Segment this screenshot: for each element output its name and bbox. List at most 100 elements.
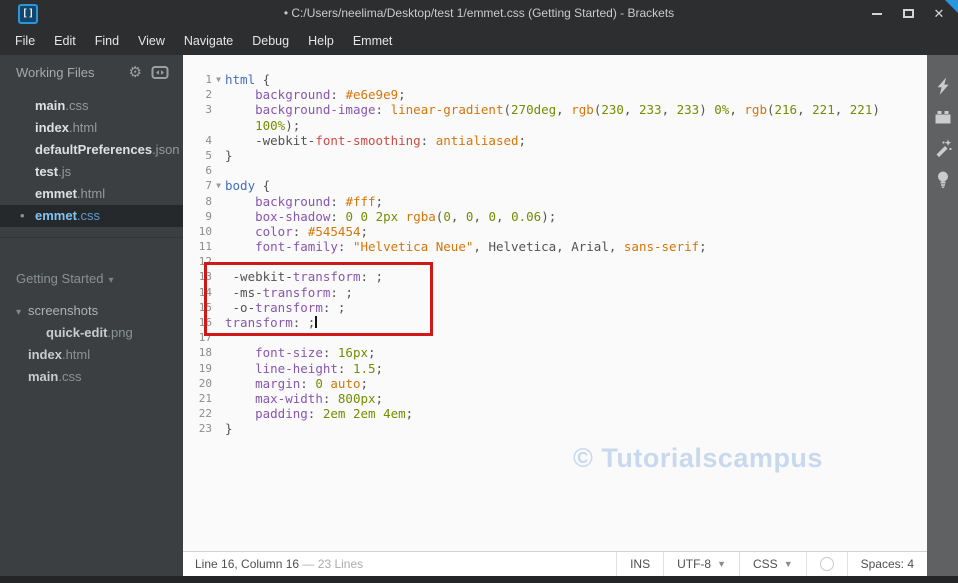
menu-view[interactable]: View xyxy=(138,34,165,48)
menu-bar: File Edit Find View Navigate Debug Help Emmet xyxy=(0,27,958,55)
sidebar-item-emmet-html[interactable]: emmet.html xyxy=(0,183,183,205)
insert-mode-label: INS xyxy=(630,557,651,571)
project-dropdown[interactable]: Getting Started ▾ xyxy=(0,266,183,292)
sidebar-item-main-css[interactable]: main.css xyxy=(0,95,183,117)
code-row[interactable]: 13 -webkit-transform: ; xyxy=(183,269,927,284)
code-text: -ms-transform: ; xyxy=(225,285,353,300)
code-row[interactable]: 16 transform: ; xyxy=(183,315,927,330)
fold-gutter xyxy=(212,300,225,315)
code-token: 0 xyxy=(345,208,353,224)
code-editor[interactable]: 1 ▼ html {2 background: #e6e9e9; 3 backgrou… xyxy=(183,55,927,551)
code-row[interactable]: 5} xyxy=(183,148,927,163)
tree-item-index-html[interactable]: index.html xyxy=(0,344,183,366)
file-tree: ▾ screenshots quick-edit.png index.html main… xyxy=(0,292,183,388)
maximize-button[interactable] xyxy=(897,4,919,24)
menu-debug[interactable]: Debug xyxy=(252,34,289,48)
split-view-icon[interactable] xyxy=(151,65,169,80)
fold-gutter xyxy=(212,133,225,148)
menu-edit[interactable]: Edit xyxy=(54,34,76,48)
code-token: 16px xyxy=(337,345,369,361)
code-row[interactable]: 19 line-height: 1.5; xyxy=(183,361,927,376)
spaces-setting[interactable]: Spaces: 4 xyxy=(846,552,927,576)
code-row[interactable]: 10 color: #545454; xyxy=(183,224,927,239)
code-token: : ; xyxy=(292,315,316,330)
code-row[interactable]: 9 box-shadow: 0 0 2px rgba(0, 0, 0, 0.06… xyxy=(183,209,927,224)
code-row[interactable]: 22 padding: 2em 2em 4em; xyxy=(183,406,927,421)
code-token: } xyxy=(225,147,233,163)
code-row[interactable]: 12 xyxy=(183,254,927,269)
code-row[interactable]: 18 font-size: 16px; xyxy=(183,345,927,360)
tree-item-main-css[interactable]: main.css xyxy=(0,366,183,388)
tree-folder-screenshots[interactable]: ▾ screenshots xyxy=(0,300,183,322)
code-token: transform xyxy=(262,284,331,300)
code-row[interactable]: 23} xyxy=(183,421,927,436)
code-row[interactable]: 1 ▼ html { xyxy=(183,72,927,87)
line-number: 1 xyxy=(205,73,212,86)
code-row[interactable]: 14 -ms-transform: ; xyxy=(183,285,927,300)
code-token: : xyxy=(292,223,308,239)
code-token: ); xyxy=(541,208,557,224)
code-token: , xyxy=(556,102,572,118)
code-token: ; xyxy=(375,390,384,406)
code-token: body xyxy=(225,178,256,194)
code-row[interactable]: 8 background: #fff; xyxy=(183,194,927,209)
code-text: margin: 0 auto; xyxy=(225,376,368,391)
sidebar: Working Files ⚙ main.css index.html defaul… xyxy=(0,55,183,583)
sidebar-item-emmet-css[interactable]: • emmet.css xyxy=(0,205,183,227)
code-row[interactable]: 17 xyxy=(183,330,927,345)
fold-arrow-icon[interactable]: ▼ xyxy=(212,72,225,87)
code-row[interactable]: 100%); xyxy=(183,118,927,133)
line-number: 10 xyxy=(198,224,212,238)
language-dropdown[interactable]: CSS ▼ xyxy=(739,552,806,576)
code-token: padding xyxy=(255,406,308,422)
minimize-button[interactable] xyxy=(866,4,888,24)
code-area[interactable]: 1 ▼ html {2 background: #e6e9e9; 3 backgrou… xyxy=(183,55,927,437)
code-token: transform xyxy=(225,315,293,330)
menu-file[interactable]: File xyxy=(15,34,35,48)
code-text: -webkit-transform: ; xyxy=(225,269,384,284)
fold-gutter xyxy=(212,406,225,421)
fold-gutter xyxy=(212,118,225,133)
menu-emmet[interactable]: Emmet xyxy=(353,34,393,48)
code-text: line-height: 1.5; xyxy=(225,361,383,376)
sidebar-item-defaultPreferences-json[interactable]: defaultPreferences.json xyxy=(0,139,183,161)
extension-manager-icon[interactable] xyxy=(932,106,954,128)
spaces-label: Spaces: 4 xyxy=(860,557,914,571)
sidebar-item-index-html[interactable]: index.html xyxy=(0,117,183,139)
code-row[interactable]: 7 ▼ body { xyxy=(183,178,927,193)
code-token: ; xyxy=(405,406,414,422)
code-row[interactable]: 21 max-width: 800px; xyxy=(183,391,927,406)
lightbulb-icon[interactable] xyxy=(932,168,954,190)
menu-navigate[interactable]: Navigate xyxy=(184,34,233,48)
insert-mode-toggle[interactable]: INS xyxy=(616,552,663,576)
code-token: 4em xyxy=(383,406,406,422)
code-token: 0 xyxy=(488,208,497,224)
lint-status-indicator[interactable] xyxy=(805,552,847,576)
code-row[interactable]: 6 xyxy=(183,163,927,178)
menu-find[interactable]: Find xyxy=(95,34,119,48)
code-row[interactable]: 2 background: #e6e9e9; xyxy=(183,87,927,102)
code-row[interactable]: 4 -webkit-font-smoothing: antialiased; xyxy=(183,133,927,148)
code-row[interactable]: 15 -o-transform: ; xyxy=(183,300,927,315)
folder-arrow-icon[interactable]: ▾ xyxy=(16,302,28,324)
fold-gutter xyxy=(212,239,225,254)
code-token: rgba xyxy=(405,208,436,224)
sidebar-item-test-js[interactable]: test.js xyxy=(0,161,183,183)
beautify-wand-icon[interactable] xyxy=(932,137,954,159)
gear-icon[interactable]: ⚙ xyxy=(129,65,142,80)
fold-arrow-icon[interactable]: ▼ xyxy=(212,178,225,193)
tree-item-quick-edit-png[interactable]: quick-edit.png xyxy=(0,322,183,344)
code-token: linear-gradient xyxy=(390,102,504,118)
code-text: background: #e6e9e9; xyxy=(225,87,406,102)
menu-help[interactable]: Help xyxy=(308,34,334,48)
line-number: 3 xyxy=(205,103,212,117)
file-extension: .js xyxy=(58,164,72,179)
code-row[interactable]: 3 background-image: linear-gradient(270d… xyxy=(183,102,927,117)
code-token: 2em xyxy=(352,406,376,422)
code-row[interactable]: 20 margin: 0 auto; xyxy=(183,376,927,391)
encoding-dropdown[interactable]: UTF-8 ▼ xyxy=(663,552,739,576)
code-row[interactable]: 11 font-family: "Helvetica Neue", Helvet… xyxy=(183,239,927,254)
live-preview-icon[interactable] xyxy=(932,75,954,97)
